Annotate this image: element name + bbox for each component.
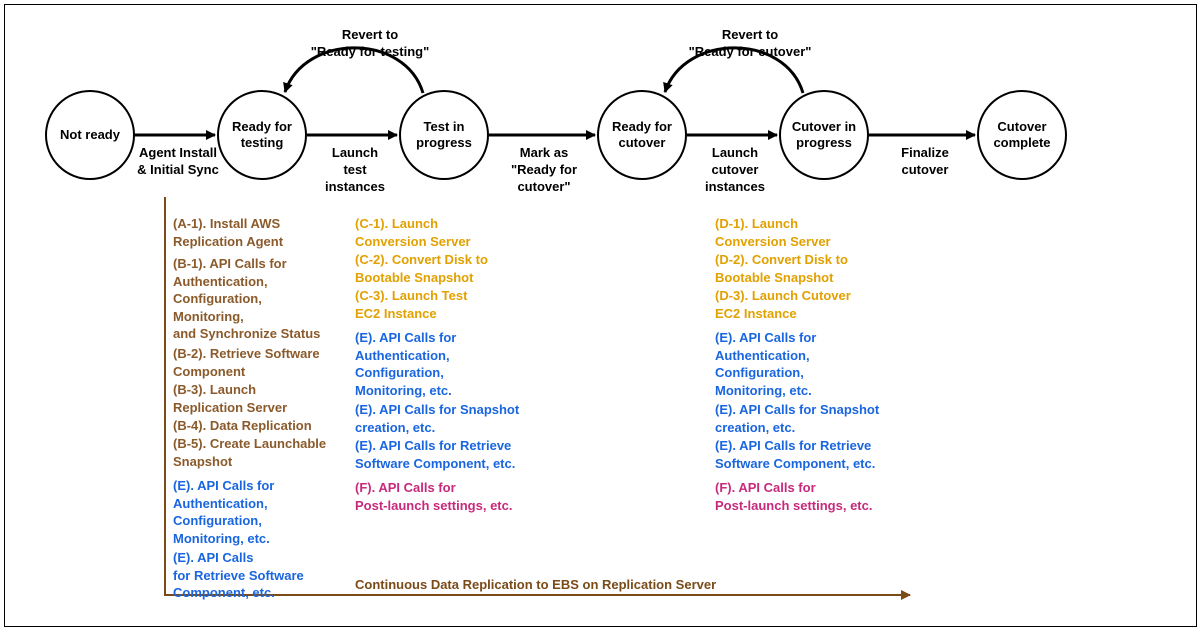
note-col2-e3: (E). API Calls for RetrieveSoftware Comp… (355, 437, 535, 472)
note-col2-e2: (E). API Calls for Snapshotcreation, etc… (355, 401, 535, 436)
label-rev32: Revert to"Ready for testing" (290, 27, 450, 61)
note-c3: (C-3). Launch TestEC2 Instance (355, 287, 535, 322)
state-test-in-progress: Test inprogress (399, 90, 489, 180)
state-cutover-in-progress: Cutover inprogress (779, 90, 869, 180)
label-rev54: Revert to"Ready for cutover" (670, 27, 830, 61)
note-d1: (D-1). LaunchConversion Server (715, 215, 895, 250)
note-col2-e1: (E). API Calls forAuthentication,Configu… (355, 329, 535, 399)
note-b2: (B-2). Retrieve SoftwareComponent (173, 345, 343, 380)
note-b1: (B-1). API Calls forAuthentication,Confi… (173, 255, 343, 343)
label-continuous-replication: Continuous Data Replication to EBS on Re… (355, 576, 805, 594)
note-col1-e2: (E). API Callsfor Retrieve SoftwareCompo… (173, 549, 343, 602)
note-b3: (B-3). LaunchReplication Server (173, 381, 343, 416)
note-col3-e1: (E). API Calls forAuthentication,Configu… (715, 329, 895, 399)
note-col3-e2: (E). API Calls for Snapshotcreation, etc… (715, 401, 895, 436)
state-cutover-complete: Cutovercomplete (977, 90, 1067, 180)
label-t34: Mark as"Ready forcutover" (499, 145, 589, 196)
note-c1: (C-1). LaunchConversion Server (355, 215, 535, 250)
note-a1: (A-1). Install AWSReplication Agent (173, 215, 343, 250)
note-c2: (C-2). Convert Disk toBootable Snapshot (355, 251, 535, 286)
label-t56: Finalizecutover (885, 145, 965, 179)
note-b4: (B-4). Data Replication (173, 417, 343, 435)
diagram-frame: Not ready Ready fortesting Test inprogre… (4, 4, 1197, 627)
label-t23: Launchtestinstances (315, 145, 395, 196)
state-ready-for-cutover: Ready forcutover (597, 90, 687, 180)
note-col2-f1: (F). API Calls forPost-launch settings, … (355, 479, 535, 514)
note-d2: (D-2). Convert Disk toBootable Snapshot (715, 251, 895, 286)
note-b5: (B-5). Create LaunchableSnapshot (173, 435, 343, 470)
note-col3-f1: (F). API Calls forPost-launch settings, … (715, 479, 895, 514)
note-col1-e1: (E). API Calls forAuthentication,Configu… (173, 477, 343, 547)
label-t12: Agent Install& Initial Sync (133, 145, 223, 179)
note-col3-e3: (E). API Calls for RetrieveSoftware Comp… (715, 437, 895, 472)
label-t45: Launchcutoverinstances (695, 145, 775, 196)
state-not-ready: Not ready (45, 90, 135, 180)
state-ready-for-testing: Ready fortesting (217, 90, 307, 180)
note-d3: (D-3). Launch CutoverEC2 Instance (715, 287, 895, 322)
